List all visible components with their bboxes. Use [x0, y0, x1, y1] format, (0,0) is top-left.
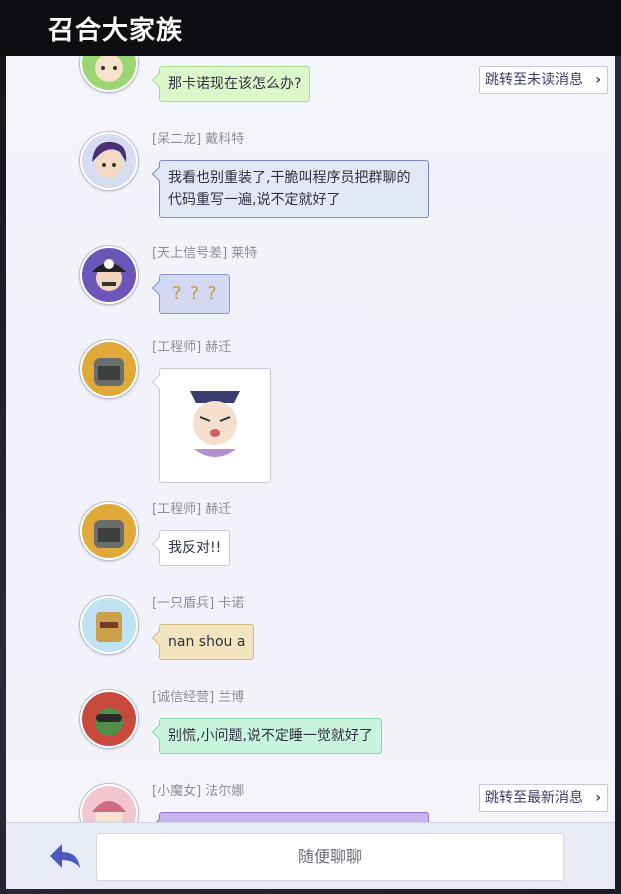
sticker-image-icon: [164, 373, 266, 471]
confused-emoji-icon: ?: [172, 283, 182, 304]
avatar-pirate-icon: [82, 248, 136, 302]
avatar-purple-hair-icon: [82, 134, 136, 188]
jump-to-latest-button[interactable]: 跳转至最新消息 ›: [479, 784, 608, 812]
input-bar: 随便聊聊: [6, 822, 615, 889]
sender-name: [工程师] 赫迁: [152, 340, 232, 355]
avatar-helmet-icon: [82, 504, 136, 558]
avatar-witch-icon: [82, 786, 136, 822]
back-arrow-icon[interactable]: [46, 840, 86, 872]
jump-unread-label: 跳转至未读消息: [485, 72, 583, 88]
avatar[interactable]: [80, 340, 138, 398]
avatar[interactable]: [80, 246, 138, 304]
emoji-row: ? ? ?: [168, 281, 221, 307]
avatar[interactable]: [80, 784, 138, 822]
avatar[interactable]: [80, 690, 138, 748]
app-frame: 召合大家族 那卡诺现在该怎么办? 跳转至未读消息 › [呆二龙] 戴科特 我看也…: [0, 0, 621, 894]
sender-name: [诚信经营] 兰博: [152, 690, 245, 705]
sender-name: [工程师] 赫迁: [152, 502, 232, 517]
chat-panel[interactable]: 那卡诺现在该怎么办? 跳转至未读消息 › [呆二龙] 戴科特 我看也别重装了,干…: [6, 56, 615, 822]
sender-name: [一只盾兵] 卡诺: [152, 596, 245, 611]
message-bubble: nan shou a: [159, 624, 255, 660]
sender-name: [小魔女] 法尔娜: [152, 784, 245, 799]
chat-message-list[interactable]: 那卡诺现在该怎么办? 跳转至未读消息 › [呆二龙] 戴科特 我看也别重装了,干…: [6, 56, 615, 822]
avatar[interactable]: [80, 502, 138, 560]
avatar[interactable]: [80, 132, 138, 190]
message-bubble: 我看也别重装了,干脆叫程序员把群聊的代码重写一遍,说不定就好了: [159, 160, 429, 218]
message-bubble: 别慌,小问题,说不定睡一觉就好了: [159, 718, 382, 754]
message-bubble: 那卡诺现在该怎么办?: [159, 66, 311, 102]
chevron-right-icon: ›: [595, 790, 601, 806]
title-bar: 召合大家族: [0, 0, 621, 56]
avatar-helmet-icon: [82, 342, 136, 396]
avatar-goggles-icon: [82, 692, 136, 746]
avatar-knight-icon: [82, 598, 136, 652]
message-bubble: ? ? ?: [159, 274, 230, 314]
page-title: 召合大家族: [48, 16, 184, 46]
jump-to-unread-button[interactable]: 跳转至未读消息 ›: [479, 66, 608, 94]
sender-name: [天上信号差] 莱特: [152, 246, 258, 261]
jump-latest-label: 跳转至最新消息: [485, 790, 583, 806]
chevron-right-icon: ›: [595, 72, 601, 88]
sticker-bubble[interactable]: [159, 368, 271, 483]
confused-emoji-icon: ?: [189, 283, 200, 304]
avatar-green-hair-icon: [82, 56, 136, 90]
avatar[interactable]: [80, 596, 138, 654]
avatar[interactable]: [80, 56, 138, 92]
confused-emoji-icon: ?: [207, 283, 217, 304]
message-bubble: 我反对!!: [159, 530, 231, 566]
chat-input[interactable]: 随便聊聊: [96, 833, 564, 881]
sender-name: [呆二龙] 戴科特: [152, 132, 245, 147]
message-bubble: [159, 812, 429, 822]
